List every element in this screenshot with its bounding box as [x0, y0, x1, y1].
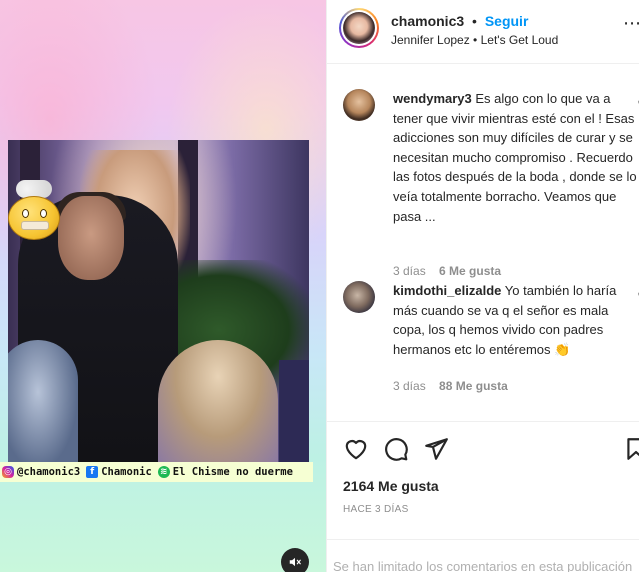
comments-limited-notice: Se han limitado los comentarios en esta … [327, 539, 639, 572]
video-credits-bar: ◎ @chamonic3 f Chamonic ≋ El Chisme no d… [0, 462, 313, 482]
commenter-username[interactable]: kimdothi_elizalde [393, 283, 501, 298]
video-foreground-figure [158, 340, 278, 462]
comment-likes[interactable]: 6 Me gusta [439, 264, 501, 278]
credit-spotify: ≋ El Chisme no duerme [157, 466, 293, 478]
post-actions: 2164 Me gusta HACE 3 DÍAS [327, 421, 639, 539]
emoji-mouth [21, 221, 49, 230]
commenter-avatar[interactable] [343, 89, 375, 121]
author-line: chamonic3 • Seguir [391, 12, 528, 30]
author-avatar[interactable] [339, 8, 379, 48]
comment-body: kimdothi_elizalde Yo también lo haría má… [393, 281, 639, 359]
post-media[interactable]: ◎ @chamonic3 f Chamonic ≋ El Chisme no d… [0, 0, 326, 572]
video-person-head [58, 196, 124, 280]
comments-limited-text: Se han limitado los comentarios en esta … [333, 559, 633, 572]
instagram-icon: ◎ [2, 466, 14, 478]
audio-track-link[interactable]: Jennifer Lopez • Let's Get Loud [391, 33, 558, 47]
facebook-icon: f [86, 466, 99, 478]
author-username[interactable]: chamonic3 [391, 13, 464, 29]
comment-likes[interactable]: 88 Me gusta [439, 379, 508, 393]
comment-time[interactable]: 3 días [393, 379, 426, 393]
post-likes-count[interactable]: 2164 Me gusta [343, 478, 439, 494]
muted-speaker-icon [289, 557, 301, 567]
video-foreground-figure [8, 340, 78, 462]
share-paper-plane-icon[interactable] [423, 436, 449, 462]
credit-facebook: f Chamonic [86, 466, 152, 478]
bookmark-icon[interactable] [623, 436, 639, 462]
comment-body: wendymary3 Es algo con lo que va a tener… [393, 89, 639, 226]
mute-button[interactable] [281, 548, 309, 572]
credit-instagram: ◎ @chamonic3 [2, 466, 80, 478]
comments-list[interactable]: wendymary3 Es algo con lo que va a tener… [327, 65, 639, 421]
emoji-eye [22, 209, 29, 218]
follow-button[interactable]: Seguir [485, 13, 529, 29]
emoji-eye [40, 209, 47, 218]
separator-dot: • [472, 13, 477, 29]
author-avatar-image [343, 12, 375, 44]
video-foreground-figure [279, 360, 309, 462]
exploding-head-emoji-icon [8, 196, 60, 240]
post-date[interactable]: HACE 3 DÍAS [343, 504, 409, 515]
comment-time[interactable]: 3 días [393, 264, 426, 278]
commenter-username[interactable]: wendymary3 [393, 91, 472, 106]
video-player[interactable] [8, 140, 309, 462]
spotify-icon: ≋ [157, 466, 170, 478]
comment-meta: 3 días 88 Me gusta [393, 379, 508, 393]
ellipsis-icon[interactable]: ⋯ [623, 14, 639, 34]
like-heart-icon[interactable] [343, 436, 369, 462]
comment-text: Es algo con lo que va a tener que vivir … [393, 91, 637, 224]
post-header: chamonic3 • Seguir Jennifer Lopez • Let'… [327, 0, 639, 64]
post-side-panel: chamonic3 • Seguir Jennifer Lopez • Let'… [326, 0, 639, 572]
comment-bubble-icon[interactable] [383, 436, 409, 462]
commenter-avatar[interactable] [343, 281, 375, 313]
comment-meta: 3 días 6 Me gusta [393, 264, 501, 278]
